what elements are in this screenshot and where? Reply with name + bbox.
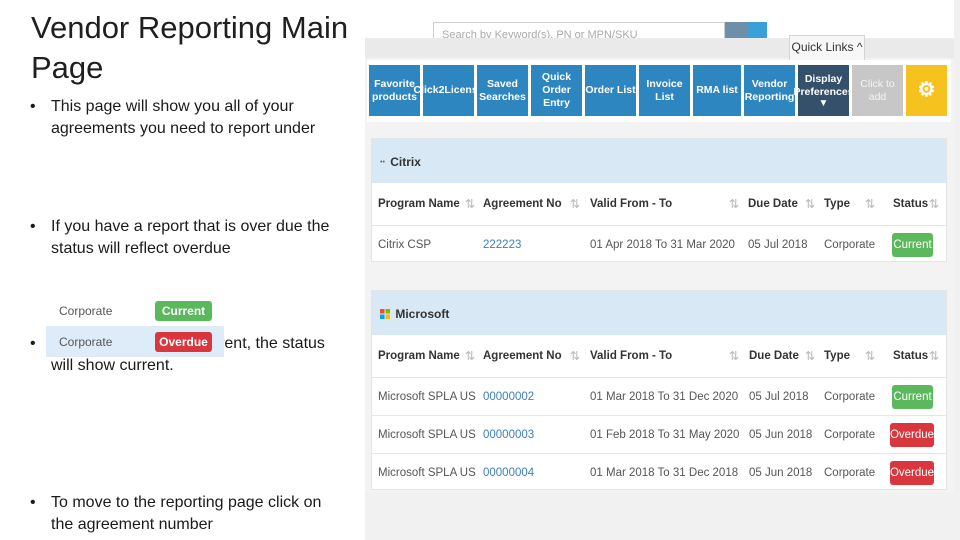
valid-dates: 01 Apr 2018 To 31 Mar 2020 [590,238,735,251]
due-date: 05 Jul 2018 [749,390,809,403]
column-header-agreement-no[interactable]: Agreement No [483,335,562,377]
agreement-number-link[interactable]: 00000002 [483,378,534,415]
quick-link-click2license[interactable]: Click2License [413,65,484,116]
quick-link-click-to-add[interactable]: Click to add [852,65,903,116]
valid-dates: 01 Feb 2018 To 31 May 2020 [590,428,740,441]
status-badge-overdue: Overdue [155,331,212,352]
status-example-row: Corporate Overdue [46,326,224,357]
status-badge-cell: Overdue [890,461,934,485]
gear-icon[interactable]: ⚙ [906,65,947,116]
column-header-valid-from-to[interactable]: Valid From - To [590,335,672,377]
bullet-item: To move to the reporting page click on t… [30,492,330,535]
table-row: Microsoft SPLA US 00000004 01 Mar 2018 T… [372,453,946,491]
vendor-panel-header: •• Citrix [372,139,946,183]
status-badge: Current [892,233,933,257]
sort-icon[interactable]: ⇅ [805,335,815,377]
status-example-type: Corporate [59,303,113,318]
program-name: Microsoft SPLA US [378,390,476,403]
sort-icon[interactable]: ⇅ [729,335,739,377]
bullet-list: This page will show you all of your agre… [30,96,330,533]
column-header-agreement-no[interactable]: Agreement No [483,183,562,225]
column-header-type[interactable]: Type [824,335,850,377]
slide-text-area: Vendor Reporting Main Page This page wil… [0,0,365,540]
status-example-type: Corporate [59,334,113,349]
app-window: Search by Keyword(s), PN or MPN/SKU Quic… [365,0,954,493]
vendor-name: Citrix [390,155,421,169]
citrix-logo-icon: •• [380,159,385,167]
quick-link-favorite-products[interactable]: Favorite products [369,65,420,116]
status-badge: Overdue [890,461,934,485]
agreement-number-link[interactable]: 00000004 [483,454,534,491]
status-badge: Current [892,385,933,409]
microsoft-logo-icon [380,308,390,322]
column-header-type[interactable]: Type [824,183,850,225]
quick-link-rma-list[interactable]: RMA list [693,65,741,116]
vendor-name: Microsoft [395,307,450,321]
sort-icon[interactable]: ⇅ [729,183,739,225]
status-badge-cell: Overdue [890,423,934,447]
table-row: Citrix CSP 222223 01 Apr 2018 To 31 Mar … [372,225,946,263]
table-row: Microsoft SPLA US 00000003 01 Feb 2018 T… [372,415,946,453]
filter-icon: ▼ [818,97,829,109]
sort-icon[interactable]: ⇅ [929,335,939,377]
status-badge-cell: Current [892,233,933,257]
due-date: 05 Jun 2018 [749,466,813,479]
quick-link-saved-searches[interactable]: Saved Searches [477,65,528,116]
valid-dates: 01 Mar 2018 To 31 Dec 2018 [590,466,739,479]
quick-link-quick-order-entry[interactable]: Quick Order Entry [531,65,582,116]
vendor-panel-header: Microsoft [372,291,946,335]
column-header-due-date[interactable]: Due Date [749,335,799,377]
slide-title: Vendor Reporting Main Page [31,10,349,85]
quick-link-display-preferences[interactable]: Display Preferences ▼ [793,65,854,116]
status-example-row: Corporate Current [46,295,224,326]
table-row: Microsoft SPLA US 00000002 01 Mar 2018 T… [372,377,946,415]
column-header-status[interactable]: Status [893,183,928,225]
status-badge: Overdue [890,423,934,447]
quick-link-invoice-list[interactable]: Invoice List [639,65,690,116]
program-name: Microsoft SPLA US [378,428,476,441]
vendor-panel-microsoft: Microsoft Program Name ⇅ Agreement No ⇅ … [371,290,947,490]
status-example: Corporate Current Corporate Overdue [46,295,224,358]
quick-link-label: Display Preferences [793,72,854,98]
sort-icon[interactable]: ⇅ [805,183,815,225]
vendor-panel-citrix: •• Citrix Program Name ⇅ Agreement No ⇅ … [371,138,947,262]
column-header-program-name[interactable]: Program Name [378,183,460,225]
column-header-due-date[interactable]: Due Date [748,183,798,225]
quick-link-order-list[interactable]: Order List [585,65,636,116]
due-date: 05 Jun 2018 [749,428,813,441]
sort-icon[interactable]: ⇅ [465,335,475,377]
column-header-status[interactable]: Status [893,335,928,377]
app-screenshot: Search by Keyword(s), PN or MPN/SKU Quic… [365,0,960,540]
status-badge-cell: Current [892,385,933,409]
sort-icon[interactable]: ⇅ [865,335,875,377]
sort-icon[interactable]: ⇅ [570,183,580,225]
sort-icon[interactable]: ⇅ [570,335,580,377]
program-name: Citrix CSP [378,238,432,251]
program-name: Microsoft SPLA US [378,466,476,479]
quick-link-vendor-reporting[interactable]: Vendor Reporting [744,65,795,116]
quick-links-band [365,38,954,58]
screenshot-margin [365,493,960,540]
bullet-item: This page will show you all of your agre… [30,96,330,139]
agreement-type: Corporate [824,238,876,251]
column-header-valid-from-to[interactable]: Valid From - To [590,183,672,225]
due-date: 05 Jul 2018 [748,238,808,251]
status-badge-current: Current [155,300,212,321]
agreement-type: Corporate [824,466,876,479]
sort-icon[interactable]: ⇅ [865,183,875,225]
top-bar: Search by Keyword(s), PN or MPN/SKU [365,0,954,52]
sort-icon[interactable]: ⇅ [465,183,475,225]
agreement-type: Corporate [824,390,876,403]
bullet-item: If you have a report that is over due th… [30,216,330,259]
agreement-type: Corporate [824,428,876,441]
agreement-number-link[interactable]: 222223 [483,226,521,263]
valid-dates: 01 Mar 2018 To 31 Dec 2020 [590,390,739,403]
sort-icon[interactable]: ⇅ [929,183,939,225]
quick-links-tab[interactable]: Quick Links ^ [789,35,865,60]
quick-links-bar: Favorite products Click2License Saved Se… [367,60,951,122]
table-header-row: Program Name ⇅ Agreement No ⇅ Valid From… [372,335,946,377]
table-header-row: Program Name ⇅ Agreement No ⇅ Valid From… [372,183,946,225]
column-header-program-name[interactable]: Program Name [378,335,460,377]
agreement-number-link[interactable]: 00000003 [483,416,534,453]
